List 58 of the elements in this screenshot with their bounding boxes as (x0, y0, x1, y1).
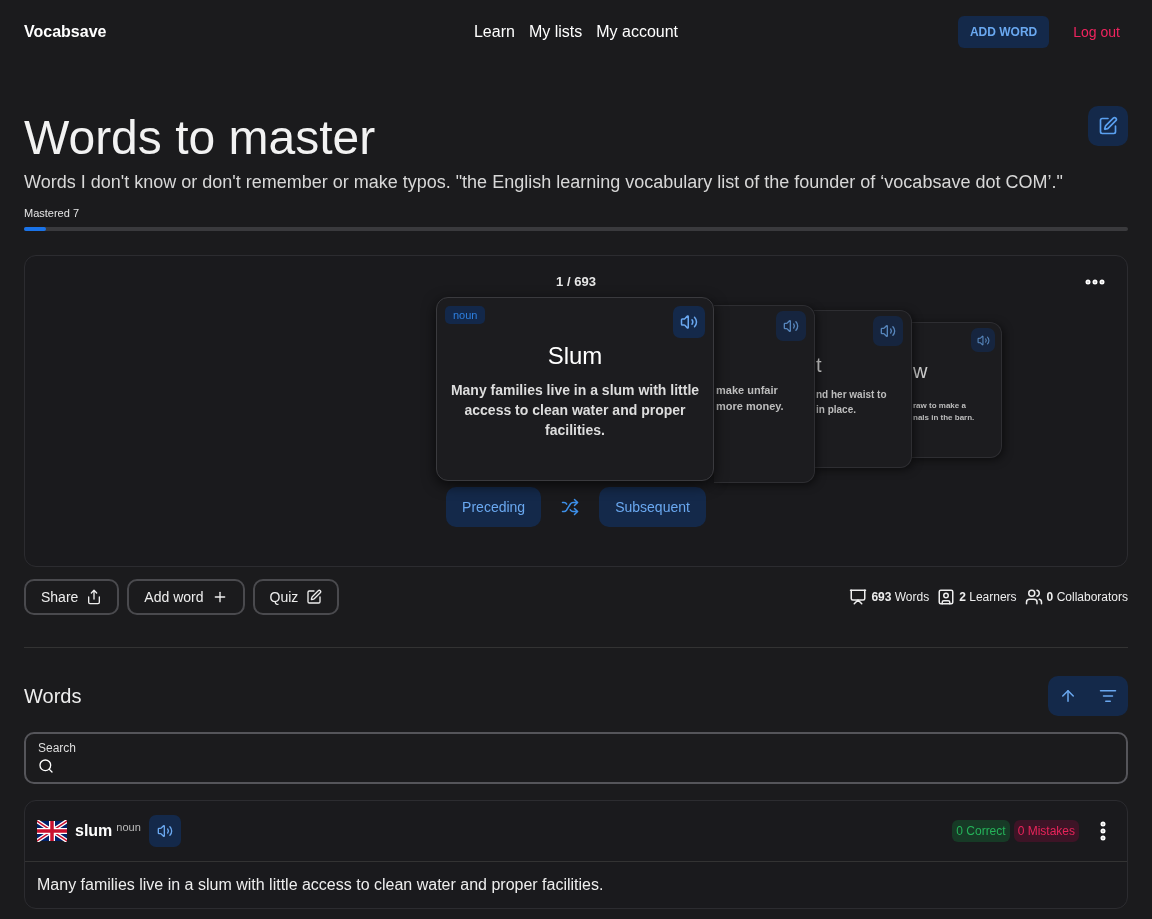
stat-text: 0 Collaborators (1046, 590, 1128, 604)
edit-button[interactable] (1088, 106, 1128, 146)
logout-button[interactable]: Log out (1065, 16, 1128, 48)
mastered-label: Mastered 7 (24, 207, 81, 219)
brand-logo[interactable]: Vocabsave (24, 23, 474, 41)
card-sentence: make unfair more money. (716, 383, 784, 414)
share-icon (86, 589, 103, 605)
next-button[interactable]: Subsequent (599, 487, 706, 527)
people-icon (1024, 588, 1043, 606)
speaker-icon (680, 313, 698, 331)
card-sentence: Many families live in a slum with little access to clean water and proper facilities. (449, 381, 701, 440)
stat-text: 2 Learners (959, 590, 1017, 604)
stat-text: 693 Words (871, 590, 930, 604)
person-card-icon (937, 588, 956, 606)
list-title: Words to master (24, 110, 376, 166)
audio-button[interactable] (776, 311, 806, 341)
search-field[interactable]: Search (24, 732, 1128, 784)
flashcard[interactable] (714, 305, 815, 483)
card-word: w (913, 360, 928, 383)
sort-lines-icon (1099, 687, 1117, 705)
search-icon (38, 757, 54, 774)
uk-flag-icon (37, 820, 67, 842)
entry-word: slum (75, 822, 113, 840)
section-title: Words (24, 684, 82, 708)
card-sentence: raw to make a nals in the barn. (913, 400, 975, 424)
board-icon (849, 588, 868, 606)
flashcard[interactable] (911, 322, 1002, 458)
nav-link[interactable]: Learn (473, 23, 515, 41)
card-word: Slum (547, 342, 603, 370)
edit-icon (1098, 116, 1118, 136)
mistakes-count: 0 Mistakes (1013, 820, 1079, 842)
speaker-icon (880, 323, 896, 339)
card-counter: 1 / 693 (556, 274, 596, 289)
shuffle-icon[interactable] (561, 498, 580, 516)
audio-button[interactable] (971, 328, 995, 352)
nav-link[interactable]: My account (596, 23, 679, 41)
nav-link[interactable]: My lists (528, 23, 583, 41)
flashcard[interactable] (814, 310, 912, 468)
part-of-speech: noun (116, 821, 141, 833)
audio-button[interactable] (148, 815, 181, 847)
action-button[interactable]: Share (24, 579, 120, 615)
speaker-icon (156, 823, 173, 839)
list-description: Words I don't know or don't remember or make typos. "the English learning vocabulary list of the founder of ‘vocabsave dot COM’." (24, 172, 1064, 193)
correct-count: 0 Correct (952, 820, 1010, 842)
audio-button[interactable] (873, 316, 903, 346)
action-button[interactable]: Add word (127, 579, 245, 615)
card-word: t (816, 354, 822, 377)
add-word-button[interactable]: ADD WORD (957, 16, 1050, 48)
action-button[interactable]: Quiz (252, 579, 340, 615)
previous-button[interactable]: Preceding (446, 487, 542, 527)
speaker-icon (783, 318, 799, 334)
audio-button[interactable] (673, 306, 705, 338)
entry-sentence: Many families live in a slum with little access to clean water and proper facilities. (36, 875, 605, 895)
part-of-speech-tag: noun (445, 306, 486, 324)
speaker-icon (976, 333, 990, 347)
card-sentence: nd her waist to in place. (816, 388, 887, 417)
flashcard[interactable]: noun Slum Many families live in a slum with little access to clean water and proper facilities. (436, 297, 714, 481)
quiz-icon (306, 589, 323, 605)
